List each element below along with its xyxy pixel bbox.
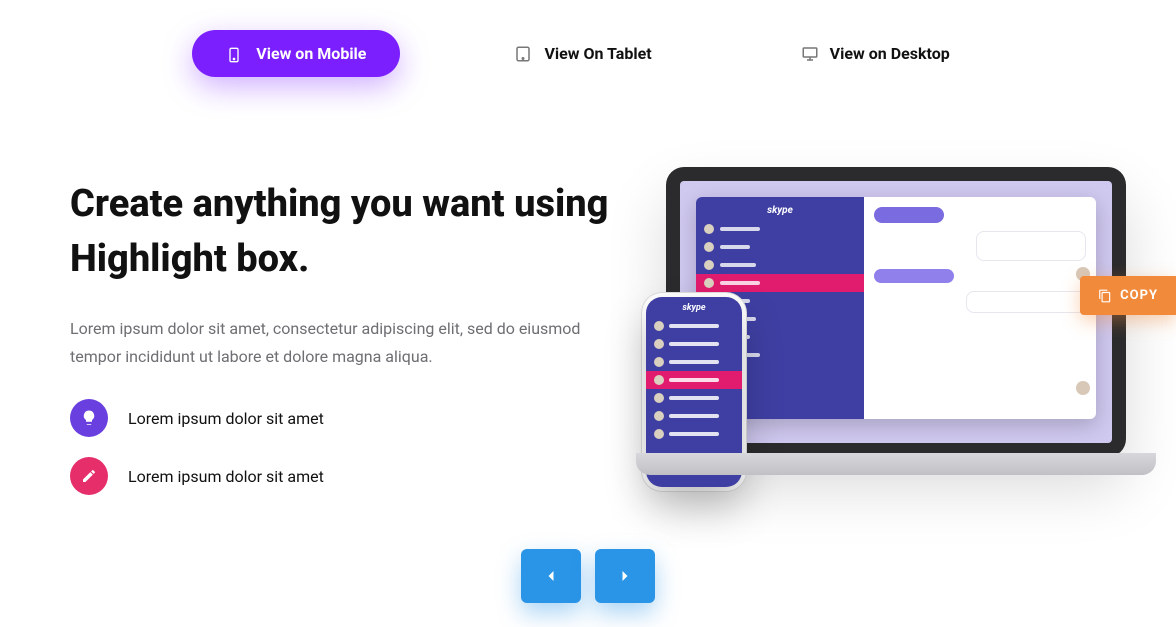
hero-copy: Create anything you want using Highlight…	[70, 177, 610, 515]
tablet-icon	[514, 45, 532, 63]
app-chat	[864, 197, 1096, 419]
chevron-right-icon	[615, 566, 635, 586]
app-brand: skype	[646, 297, 742, 317]
tab-label: View On Tablet	[544, 44, 651, 63]
device-tabs: View on Mobile View On Tablet View on De…	[0, 0, 1176, 77]
laptop-frame: skype	[666, 167, 1126, 457]
copy-icon	[1098, 289, 1112, 303]
feature-text: Lorem ipsum dolor sit amet	[128, 467, 324, 486]
mobile-icon	[226, 45, 244, 63]
copy-label: COPY	[1120, 288, 1158, 303]
app-mock: skype	[696, 197, 1096, 419]
laptop-screen: skype	[680, 181, 1112, 443]
laptop-model-label: MacBook Pro	[666, 462, 1126, 471]
carousel-nav	[521, 549, 655, 603]
device-mockup: skype	[650, 177, 1116, 507]
chevron-left-icon	[541, 566, 561, 586]
feature-item: Lorem ipsum dolor sit amet	[70, 457, 610, 495]
pen-icon	[70, 457, 108, 495]
tab-desktop[interactable]: View on Desktop	[766, 30, 984, 77]
tab-label: View on Mobile	[256, 44, 366, 63]
hero-section: Create anything you want using Highlight…	[0, 77, 1176, 515]
tab-mobile[interactable]: View on Mobile	[192, 30, 400, 77]
tab-tablet[interactable]: View On Tablet	[480, 30, 685, 77]
tab-label: View on Desktop	[830, 44, 950, 63]
page-title: Create anything you want using Highlight…	[70, 177, 610, 287]
lightbulb-icon	[70, 399, 108, 437]
app-brand: skype	[696, 205, 864, 220]
prev-button[interactable]	[521, 549, 581, 603]
page-description: Lorem ipsum dolor sit amet, consectetur …	[70, 315, 610, 371]
phone-frame: skype	[646, 297, 742, 487]
next-button[interactable]	[595, 549, 655, 603]
desktop-icon	[800, 45, 818, 63]
copy-button[interactable]: COPY	[1080, 276, 1176, 315]
feature-item: Lorem ipsum dolor sit amet	[70, 399, 610, 437]
feature-text: Lorem ipsum dolor sit amet	[128, 409, 324, 428]
